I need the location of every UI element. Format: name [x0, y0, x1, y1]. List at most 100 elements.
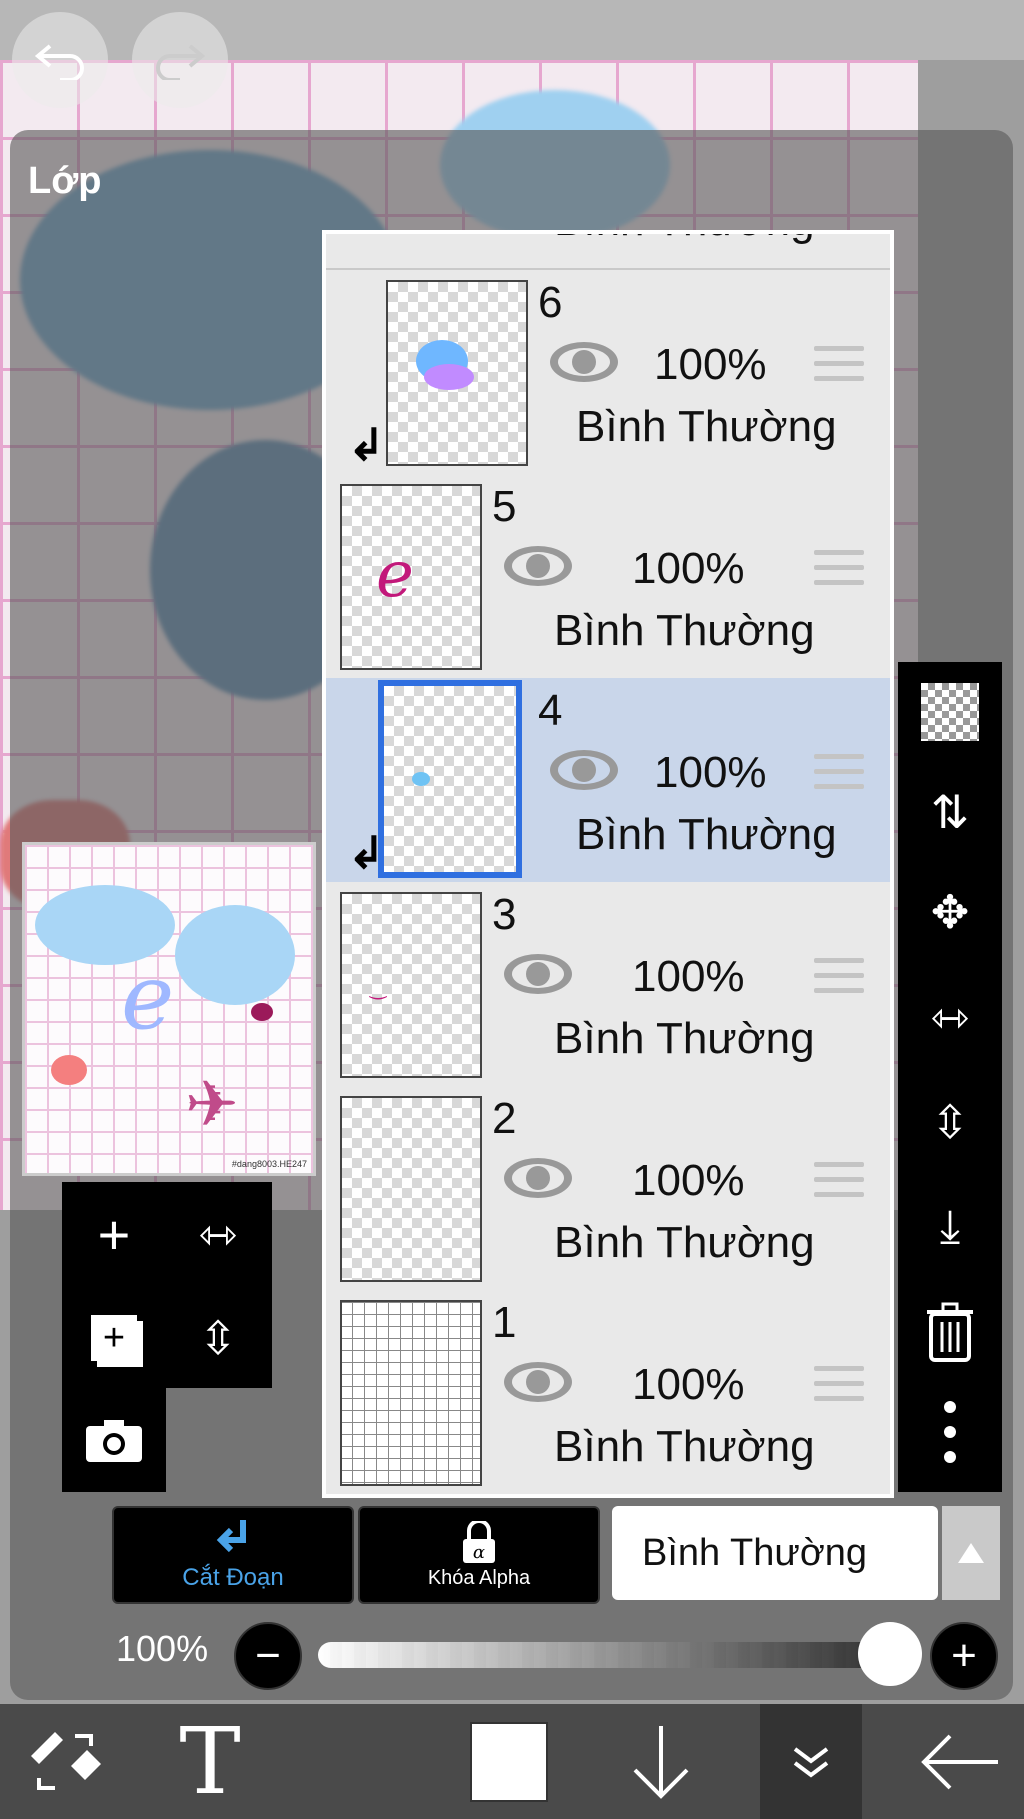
move-icon: ✥	[930, 886, 970, 938]
bottom-toolbar: T	[0, 1704, 1024, 1819]
flip-canvas-v-button[interactable]: ⇳	[166, 1286, 270, 1390]
preview-heart	[251, 1003, 273, 1021]
tool-swap-button[interactable]	[10, 1704, 120, 1819]
eye-icon[interactable]	[502, 544, 574, 588]
layer-row[interactable]: 2 100% Bình Thường	[326, 1086, 890, 1292]
layer-opacity: 100%	[654, 340, 767, 389]
layer-blend-mode: Bình Thường	[576, 810, 837, 859]
layer-blend-mode: Bình Thường	[554, 234, 815, 246]
blend-mode-select[interactable]: Bình Thường	[612, 1506, 938, 1600]
layer-thumbnail	[386, 280, 528, 466]
back-button[interactable]	[905, 1704, 1015, 1819]
flip-canvas-h-button[interactable]: ⇿	[166, 1182, 270, 1286]
svg-text:α: α	[473, 1542, 485, 1563]
eye-icon[interactable]	[502, 1156, 574, 1200]
flip-vertical-button[interactable]: ⇳	[898, 1072, 1002, 1172]
plus-icon: +	[951, 1631, 977, 1680]
minus-icon: −	[255, 1631, 281, 1680]
layer-list[interactable]: Bình Thường ↲ 6 100% Bình Thường e 5 100…	[322, 230, 894, 1498]
layer-blend-mode: Bình Thường	[554, 1014, 815, 1063]
layer-row[interactable]: 1 100% Bình Thường	[326, 1290, 890, 1494]
alpha-lock-label: Khóa Alpha	[427, 1566, 531, 1589]
down-arrow-icon	[633, 1725, 689, 1799]
drag-handle-icon[interactable]	[814, 958, 864, 1003]
layers-icon	[793, 1746, 829, 1777]
opacity-decrease-button[interactable]: −	[234, 1622, 302, 1690]
layer-number: 3	[492, 890, 517, 939]
triangle-up-icon	[958, 1543, 984, 1563]
lock-icon: α	[463, 1520, 495, 1563]
panel-title: Lớp	[28, 160, 102, 202]
merge-down-button[interactable]: ⤓	[898, 1177, 1002, 1277]
flip-h-icon: ⇿	[198, 1208, 238, 1260]
redo-icon	[156, 44, 206, 80]
duplicate-layer-icon: +	[91, 1315, 137, 1361]
swap-layers-button[interactable]: ⇅	[898, 762, 1002, 862]
blend-mode-dropdown-button[interactable]	[942, 1506, 1000, 1600]
drag-handle-icon[interactable]	[814, 754, 864, 799]
undo-icon	[34, 44, 84, 80]
layer-row[interactable]: ‿ 3 100% Bình Thường	[326, 882, 890, 1088]
layer-blend-mode: Bình Thường	[576, 402, 837, 451]
eye-icon[interactable]	[548, 340, 620, 384]
paper-plane-icon: ✈	[185, 1068, 239, 1140]
preview-watermark: #dang8003.HE247	[231, 1159, 307, 1169]
layer-opacity: 100%	[632, 544, 745, 593]
opacity-increase-button[interactable]: +	[930, 1622, 998, 1690]
layer-thumbnail	[378, 680, 522, 878]
text-icon: T	[179, 1708, 241, 1815]
clipping-button[interactable]: Cắt Đoạn	[112, 1506, 354, 1604]
eye-icon[interactable]	[502, 952, 574, 996]
flip-v-icon: ⇳	[198, 1312, 238, 1364]
layer-row-partial[interactable]: Bình Thường	[326, 234, 890, 270]
layer-thumbnail	[340, 1300, 482, 1486]
layer-thumbnail	[340, 1096, 482, 1282]
more-options-button[interactable]	[898, 1382, 1002, 1482]
layer-row-selected[interactable]: ↲ 4 100% Bình Thường	[326, 678, 890, 884]
flip-horizontal-button[interactable]: ⇿	[898, 967, 1002, 1067]
move-button[interactable]: ✥	[898, 862, 1002, 962]
opacity-slider-thumb[interactable]	[858, 1622, 922, 1686]
delete-layer-button[interactable]	[898, 1282, 1002, 1382]
import-photo-button[interactable]	[62, 1388, 166, 1492]
drag-handle-icon[interactable]	[814, 1366, 864, 1411]
layer-blend-mode: Bình Thường	[554, 1422, 815, 1471]
undo-button[interactable]	[12, 12, 108, 108]
color-icon	[470, 1721, 548, 1802]
layer-blend-mode: Bình Thường	[554, 606, 815, 655]
swap-layers-icon: ⇅	[930, 786, 970, 838]
layers-button[interactable]	[760, 1704, 862, 1819]
opacity-value-label: 100%	[116, 1628, 209, 1669]
drag-handle-icon[interactable]	[814, 346, 864, 391]
layer-number: 5	[492, 482, 517, 531]
color-picker-button[interactable]	[454, 1704, 564, 1819]
layer-number: 1	[492, 1298, 517, 1347]
back-arrow-icon	[921, 1734, 998, 1789]
move-down-button[interactable]	[606, 1704, 716, 1819]
tool-swap-icon	[31, 1731, 101, 1790]
drag-handle-icon[interactable]	[814, 1162, 864, 1207]
layer-row[interactable]: e 5 100% Bình Thường	[326, 474, 890, 680]
layer-number: 4	[538, 686, 563, 735]
text-tool-button[interactable]: T	[155, 1704, 265, 1819]
drag-handle-icon[interactable]	[814, 550, 864, 595]
eye-icon[interactable]	[502, 1360, 574, 1404]
clipping-arrow-icon	[216, 1520, 246, 1553]
redo-button[interactable]	[132, 12, 228, 108]
checker-icon	[921, 683, 979, 741]
canvas-preview[interactable]: e ✈ #dang8003.HE247	[22, 842, 316, 1176]
preview-cloud	[175, 905, 295, 1005]
alpha-lock-button[interactable]: α Khóa Alpha	[358, 1506, 600, 1604]
opacity-slider[interactable]	[318, 1642, 910, 1668]
flip-vertical-icon: ⇳	[930, 1096, 970, 1148]
duplicate-layer-button[interactable]: +	[62, 1286, 166, 1390]
preview-heart	[51, 1055, 87, 1085]
blend-mode-value: Bình Thường	[642, 1531, 868, 1574]
eye-icon[interactable]	[548, 748, 620, 792]
layer-toolbar: ⇅ ✥ ⇿ ⇳ ⤓	[898, 662, 1002, 1492]
layer-number: 6	[538, 278, 563, 327]
add-layer-button[interactable]: +	[62, 1182, 166, 1286]
new-transparent-layer-button[interactable]	[898, 662, 1002, 762]
layer-row[interactable]: ↲ 6 100% Bình Thường	[326, 270, 890, 476]
layer-opacity: 100%	[632, 952, 745, 1001]
